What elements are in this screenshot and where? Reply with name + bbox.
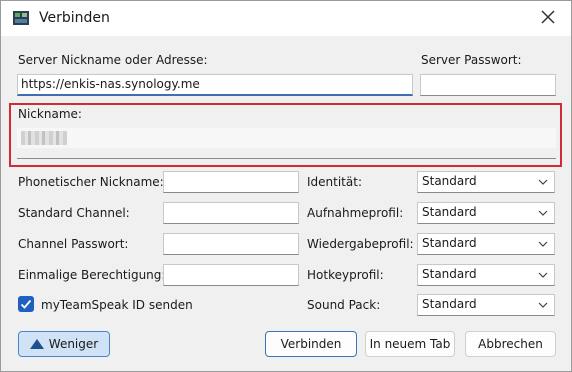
nickname-input[interactable] bbox=[17, 128, 556, 148]
title-bar: Verbinden bbox=[1, 1, 571, 36]
default-channel-label: Standard Channel: bbox=[18, 206, 130, 220]
server-address-label: Server Nickname oder Adresse: bbox=[18, 53, 208, 67]
less-button-label: Weniger bbox=[48, 337, 99, 351]
identity-label: Identität: bbox=[307, 175, 362, 189]
less-button[interactable]: Weniger bbox=[18, 331, 110, 357]
channel-password-input[interactable] bbox=[163, 233, 299, 255]
sound-pack-select[interactable]: Standard bbox=[417, 294, 555, 316]
phonetic-nickname-input[interactable] bbox=[163, 171, 299, 193]
server-password-input[interactable] bbox=[420, 74, 556, 96]
playback-profile-select[interactable]: Standard bbox=[417, 233, 555, 255]
default-channel-input[interactable] bbox=[163, 202, 299, 224]
nickname-redacted-value bbox=[21, 131, 67, 145]
teamspeak-app-icon bbox=[13, 11, 29, 25]
cancel-button[interactable]: Abbrechen bbox=[465, 331, 556, 357]
chevron-down-icon bbox=[538, 241, 548, 247]
chevron-down-icon bbox=[538, 179, 548, 185]
divider bbox=[17, 158, 556, 159]
identity-select[interactable]: Standard bbox=[417, 171, 555, 193]
server-password-label: Server Passwort: bbox=[421, 53, 522, 67]
onetime-permission-label: Einmalige Berechtigung: bbox=[18, 268, 166, 282]
sound-pack-value: Standard bbox=[422, 297, 477, 311]
phonetic-nickname-label: Phonetischer Nickname: bbox=[18, 175, 164, 189]
server-address-input[interactable]: https://enkis-nas.synology.me bbox=[17, 74, 413, 96]
myteamspeak-label: myTeamSpeak ID senden bbox=[41, 298, 193, 312]
nickname-label: Nickname: bbox=[18, 107, 82, 121]
capture-profile-select[interactable]: Standard bbox=[417, 202, 555, 224]
close-icon[interactable] bbox=[539, 8, 557, 26]
playback-profile-label: Wiedergabeprofil: bbox=[307, 237, 414, 251]
triangle-up-icon bbox=[29, 339, 44, 349]
chevron-down-icon bbox=[538, 272, 548, 278]
hotkey-profile-value: Standard bbox=[422, 267, 477, 281]
capture-profile-value: Standard bbox=[422, 205, 477, 219]
chevron-down-icon bbox=[538, 210, 548, 216]
identity-select-value: Standard bbox=[422, 174, 477, 188]
capture-profile-label: Aufnahmeprofil: bbox=[307, 206, 404, 220]
checkmark-icon bbox=[20, 299, 32, 309]
connect-button[interactable]: Verbinden bbox=[265, 331, 357, 357]
window-title: Verbinden bbox=[39, 10, 110, 26]
sound-pack-label: Sound Pack: bbox=[307, 298, 381, 312]
hotkey-profile-select[interactable]: Standard bbox=[417, 264, 555, 286]
chevron-down-icon bbox=[538, 302, 548, 308]
connect-dialog: Verbinden Server Nickname oder Adresse: … bbox=[0, 0, 572, 372]
hotkey-profile-label: Hotkeyprofil: bbox=[307, 268, 384, 282]
onetime-permission-input[interactable] bbox=[163, 264, 299, 286]
playback-profile-value: Standard bbox=[422, 236, 477, 250]
open-in-new-tab-button[interactable]: In neuem Tab bbox=[365, 331, 455, 357]
channel-password-label: Channel Passwort: bbox=[18, 237, 129, 251]
myteamspeak-checkbox[interactable] bbox=[18, 296, 34, 312]
